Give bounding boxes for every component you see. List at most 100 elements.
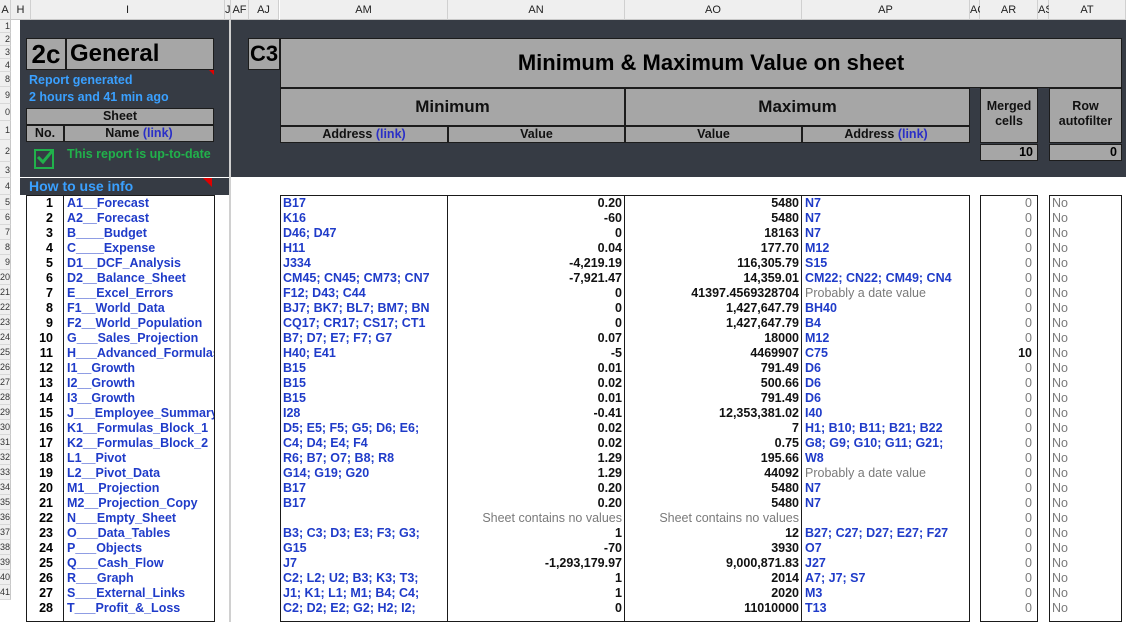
- sheet-link[interactable]: P___Objects: [67, 541, 214, 556]
- sheet-link[interactable]: T___Profit_&_Loss: [67, 601, 214, 616]
- row-header[interactable]: 1: [0, 121, 11, 140]
- row-header[interactable]: 4: [0, 59, 11, 72]
- row-header[interactable]: 35: [0, 495, 11, 510]
- max-address-link[interactable]: D6: [805, 376, 968, 391]
- row-header[interactable]: 23: [0, 315, 11, 330]
- row-header[interactable]: 37: [0, 525, 11, 540]
- min-address-link[interactable]: B17: [283, 496, 446, 511]
- row-header[interactable]: 9: [0, 87, 11, 104]
- row-header[interactable]: 0: [0, 104, 11, 121]
- row-header[interactable]: 1: [0, 20, 11, 33]
- min-address-link[interactable]: H11: [283, 241, 446, 256]
- sheet-link[interactable]: L1__Pivot: [67, 451, 214, 466]
- max-address-link[interactable]: B27; C27; D27; E27; F27: [805, 526, 968, 541]
- sheet-link[interactable]: H___Advanced_Formulas: [67, 346, 214, 361]
- sheet-link[interactable]: O___Data_Tables: [67, 526, 214, 541]
- min-address-link[interactable]: B17: [283, 481, 446, 496]
- min-address-link[interactable]: B15: [283, 361, 446, 376]
- row-header[interactable]: 7: [0, 225, 11, 240]
- min-address-link[interactable]: D46; D47: [283, 226, 446, 241]
- row-header[interactable]: 9: [0, 255, 11, 270]
- max-address-link[interactable]: I40: [805, 406, 968, 421]
- min-address-link[interactable]: CQ17; CR17; CS17; CT1: [283, 316, 446, 331]
- sheet-link[interactable]: N___Empty_Sheet: [67, 511, 214, 526]
- row-header[interactable]: 6: [0, 210, 11, 225]
- max-address-link[interactable]: B4: [805, 316, 968, 331]
- column-header-AJ[interactable]: AJ: [249, 0, 279, 20]
- min-address-link[interactable]: J1; K1; L1; M1; B4; C4;: [283, 586, 446, 601]
- row-header[interactable]: 21: [0, 285, 11, 300]
- min-address-link[interactable]: J334: [283, 256, 446, 271]
- max-address-link[interactable]: [805, 511, 968, 526]
- sheet-link[interactable]: D1__DCF_Analysis: [67, 256, 214, 271]
- max-address-link[interactable]: M3: [805, 586, 968, 601]
- min-address-link[interactable]: CM45; CN45; CM73; CN7: [283, 271, 446, 286]
- sheet-link[interactable]: E___Excel_Errors: [67, 286, 214, 301]
- column-header-AQ[interactable]: AQ: [970, 0, 986, 20]
- max-address-link[interactable]: M12: [805, 241, 968, 256]
- max-address-link[interactable]: G8; G9; G10; G11; G21;: [805, 436, 968, 451]
- row-header[interactable]: 26: [0, 360, 11, 375]
- min-address-link[interactable]: G14; G19; G20: [283, 466, 446, 481]
- min-address-link[interactable]: C2; D2; E2; G2; H2; I2;: [283, 601, 446, 616]
- max-address-link[interactable]: N7: [805, 496, 968, 511]
- sheet-link[interactable]: F2__World_Population: [67, 316, 214, 331]
- row-header[interactable]: 27: [0, 375, 11, 390]
- row-header[interactable]: 5: [0, 195, 11, 210]
- min-address-link[interactable]: B15: [283, 391, 446, 406]
- row-header[interactable]: 25: [0, 345, 11, 360]
- column-header-AF[interactable]: AF: [231, 0, 249, 20]
- row-header[interactable]: 22: [0, 300, 11, 315]
- max-address-link[interactable]: (link): [898, 127, 928, 141]
- row-header[interactable]: 33: [0, 465, 11, 480]
- how-to-use-info[interactable]: How to use info: [29, 178, 209, 194]
- sheet-link[interactable]: Q___Cash_Flow: [67, 556, 214, 571]
- row-header[interactable]: 36: [0, 510, 11, 525]
- sheet-link[interactable]: R___Graph: [67, 571, 214, 586]
- sheet-link[interactable]: D2__Balance_Sheet: [67, 271, 214, 286]
- min-address-link[interactable]: R6; B7; O7; B8; R8: [283, 451, 446, 466]
- max-address-link[interactable]: O7: [805, 541, 968, 556]
- min-address-link[interactable]: BJ7; BK7; BL7; BM7; BN: [283, 301, 446, 316]
- row-header[interactable]: 2: [0, 140, 11, 162]
- row-header[interactable]: 41: [0, 585, 11, 600]
- sheet-link[interactable]: M1__Projection: [67, 481, 214, 496]
- max-address-link[interactable]: CM22; CN22; CM49; CN4: [805, 271, 968, 286]
- sheet-link[interactable]: F1__World_Data: [67, 301, 214, 316]
- row-header[interactable]: 32: [0, 450, 11, 465]
- max-address-link[interactable]: H1; B10; B11; B21; B22: [805, 421, 968, 436]
- sheet-link[interactable]: C____Expense: [67, 241, 214, 256]
- column-header-AS[interactable]: AS: [1038, 0, 1053, 20]
- sheet-link[interactable]: I1__Growth: [67, 361, 214, 376]
- row-header[interactable]: 39: [0, 555, 11, 570]
- max-address-link[interactable]: M12: [805, 331, 968, 346]
- sheet-link[interactable]: S___External_Links: [67, 586, 214, 601]
- row-header[interactable]: 29: [0, 405, 11, 420]
- row-header[interactable]: 3: [0, 162, 11, 178]
- row-header[interactable]: 8: [0, 72, 11, 87]
- min-address-link[interactable]: [283, 511, 446, 526]
- sheet-link[interactable]: M2__Projection_Copy: [67, 496, 214, 511]
- min-address-link[interactable]: D5; E5; F5; G5; D6; E6;: [283, 421, 446, 436]
- row-header[interactable]: 30: [0, 420, 11, 435]
- row-header[interactable]: 2: [0, 33, 11, 46]
- max-address-link[interactable]: BH40: [805, 301, 968, 316]
- sheet-link[interactable]: I3__Growth: [67, 391, 214, 406]
- max-address-link[interactable]: C75: [805, 346, 968, 361]
- min-address-link[interactable]: B17: [283, 196, 446, 211]
- column-header-AO[interactable]: AO: [625, 0, 802, 20]
- max-address-link[interactable]: N7: [805, 226, 968, 241]
- column-header-AM[interactable]: AM: [280, 0, 448, 20]
- min-address-link[interactable]: B7; D7; E7; F7; G7: [283, 331, 446, 346]
- sheet-link[interactable]: A2__Forecast: [67, 211, 214, 226]
- row-header[interactable]: 40: [0, 570, 11, 585]
- min-address-link[interactable]: C4; D4; E4; F4: [283, 436, 446, 451]
- min-address-link[interactable]: F12; D43; C44: [283, 286, 446, 301]
- min-address-link[interactable]: (link): [376, 127, 406, 141]
- row-header[interactable]: 3: [0, 46, 11, 59]
- max-address-link[interactable]: S15: [805, 256, 968, 271]
- sheet-link[interactable]: I2__Growth: [67, 376, 214, 391]
- max-address-link[interactable]: D6: [805, 391, 968, 406]
- row-header[interactable]: 8: [0, 240, 11, 255]
- row-header[interactable]: 20: [0, 270, 11, 285]
